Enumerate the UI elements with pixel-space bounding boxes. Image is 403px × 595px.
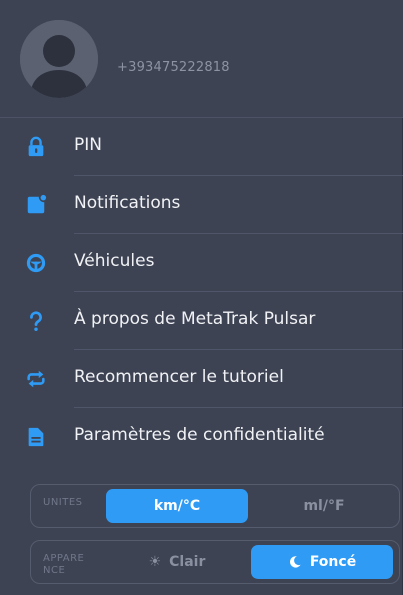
units-option-label: km/°C [153,498,201,514]
appearance-option-label: Foncé [309,554,357,570]
lock-icon [24,135,48,159]
menu-item-pin[interactable]: PIN [0,118,403,176]
units-caption: UNITES [43,497,83,508]
menu-item-label: PIN [74,135,102,155]
menu-item-label: Véhicules [74,251,155,271]
units-option-miles[interactable]: ml/°F [253,489,395,523]
profile-header: +393475222818 [0,0,403,118]
units-option-label: ml/°F [303,498,345,514]
menu-item-about[interactable]: À propos de MetaTrak Pulsar [0,292,403,350]
menu-item-label: Notifications [74,193,181,213]
sun-icon: ☀ [148,554,162,570]
menu-item-restart-tutorial[interactable]: Recommencer le tutoriel [0,350,403,408]
menu-item-privacy-settings[interactable]: Paramètres de confidentialité [0,408,403,466]
appearance-toggle: APPARE NCE ☀ Clair Foncé [30,540,400,584]
units-option-km[interactable]: km/°C [106,489,248,523]
appearance-option-label: Clair [169,554,206,570]
appearance-option-dark[interactable]: Foncé [251,545,393,579]
user-placeholder-icon [20,20,98,98]
menu-item-label: Paramètres de confidentialité [74,425,325,445]
moon-icon [288,555,302,569]
appearance-caption: APPARE NCE [43,553,85,576]
units-toggle: UNITES km/°C ml/°F [30,484,400,528]
menu-item-notifications[interactable]: Notifications [0,176,403,234]
repeat-icon [24,367,48,391]
phone-number: +393475222818 [117,60,230,75]
steering-wheel-icon [24,251,48,275]
question-icon [24,309,48,333]
notification-icon [24,193,48,217]
menu-item-label: À propos de MetaTrak Pulsar [74,309,316,329]
menu-item-vehicles[interactable]: Véhicules [0,234,403,292]
appearance-option-light[interactable]: ☀ Clair [106,545,248,579]
document-icon [24,425,48,449]
menu-item-label: Recommencer le tutoriel [74,367,284,387]
avatar[interactable] [20,20,98,98]
side-menu-panel: +393475222818 PIN Notifications Véhicule… [0,0,403,595]
